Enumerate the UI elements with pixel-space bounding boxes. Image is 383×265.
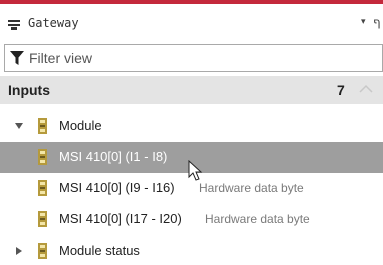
panel-dropdown-icon[interactable]: ▾ (361, 17, 366, 27)
module-icon (38, 180, 47, 196)
collapsed-arrow-icon[interactable] (15, 247, 23, 255)
filter-view-field[interactable] (4, 44, 383, 72)
module-icon (38, 211, 47, 227)
filter-funnel-icon (10, 51, 24, 65)
module-icon (38, 118, 47, 134)
panel-titlebar: Gateway ▾ ף (0, 4, 383, 38)
module-icon (38, 149, 47, 165)
tree-item-description: Hardware data byte (205, 212, 310, 226)
panel-menu-icon[interactable] (8, 20, 20, 30)
tree-item-label: MSI 410[0] (I1 - I8) (59, 149, 168, 164)
tree-item-module[interactable]: Module (0, 111, 383, 142)
module-icon (38, 243, 47, 259)
tree-item-msi410-i9-i16[interactable]: MSI 410[0] (I9 - I16) Hardware data byte (0, 173, 383, 204)
tree-item-msi410-i1-i8[interactable]: MSI 410[0] (I1 - I8) (0, 142, 383, 173)
chevron-up-icon[interactable] (357, 81, 375, 97)
tree-item-module-status[interactable]: Module status (0, 236, 383, 265)
inputs-section-header[interactable]: Inputs 7 (0, 76, 383, 104)
filter-input[interactable] (29, 49, 369, 67)
section-count: 7 (337, 82, 345, 98)
panel-title: Gateway (28, 16, 79, 30)
section-label: Inputs (8, 82, 50, 98)
expanded-arrow-icon[interactable] (15, 122, 23, 130)
tree-item-label: Module (59, 118, 102, 133)
tree-item-msi410-i17-i20[interactable]: MSI 410[0] (I17 - I20) Hardware data byt… (0, 204, 383, 235)
tree-item-label: Module status (59, 243, 140, 258)
tree-item-label: MSI 410[0] (I17 - I20) (59, 211, 182, 226)
tree-item-description: Hardware data byte (199, 181, 304, 195)
pin-icon[interactable]: ף (373, 15, 381, 29)
tree-item-label: MSI 410[0] (I9 - I16) (59, 180, 175, 195)
